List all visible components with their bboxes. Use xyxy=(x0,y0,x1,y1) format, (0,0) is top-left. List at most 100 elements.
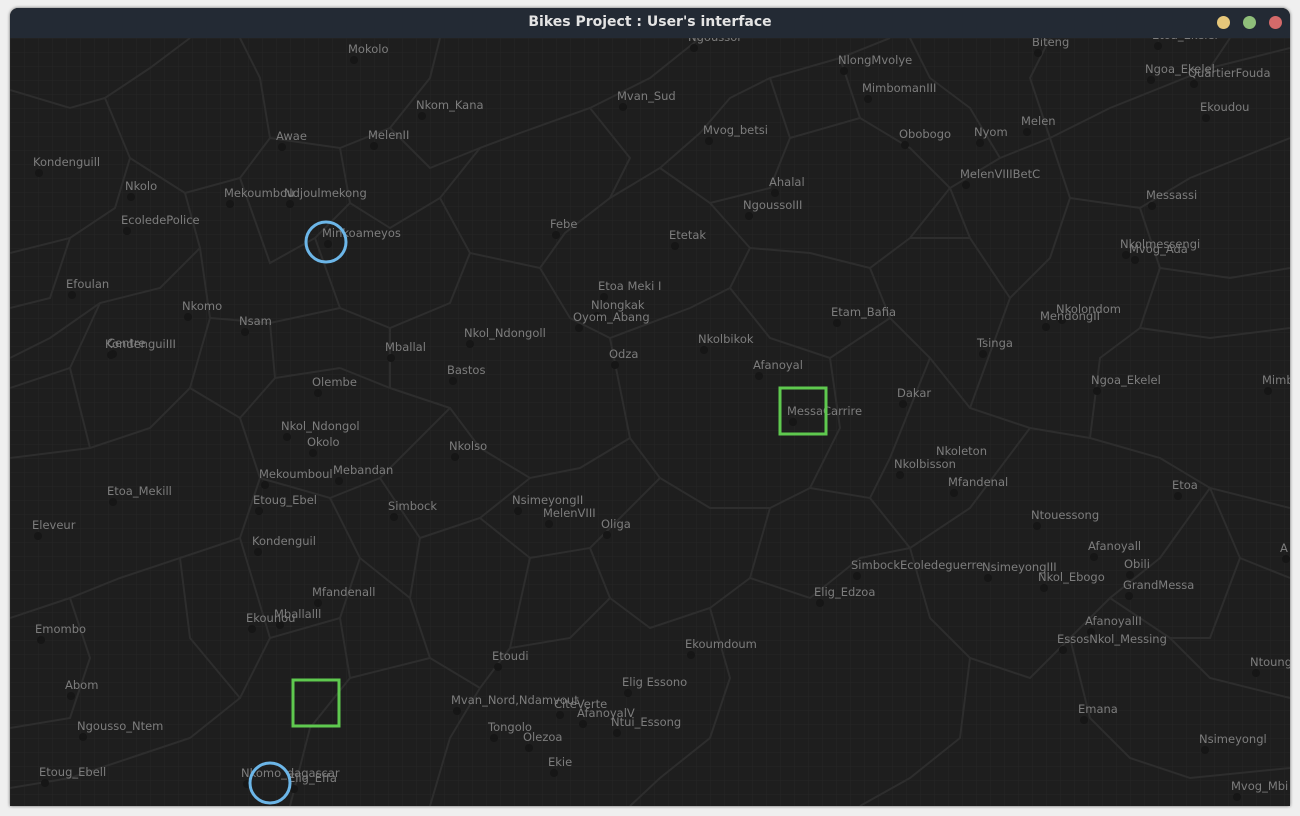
station-label[interactable]: Awae xyxy=(276,129,307,143)
station-label[interactable]: Etoa xyxy=(1172,478,1198,492)
station-dot[interactable] xyxy=(283,433,291,441)
station-dot[interactable] xyxy=(226,200,234,208)
station-label[interactable]: MimbomanIII xyxy=(862,81,936,95)
station-dot[interactable] xyxy=(1093,387,1101,395)
map-canvas[interactable]: Mokolo Ngoussol Biteng Etoa_Ekelel NlongMvol… xyxy=(10,38,1290,806)
station-label[interactable]: EssosNkol_Messing xyxy=(1057,632,1167,646)
station-dot[interactable] xyxy=(552,231,560,239)
station-dot[interactable] xyxy=(107,351,115,359)
station-dot[interactable] xyxy=(816,599,824,607)
station-label[interactable]: Etam_Bafia xyxy=(831,305,896,319)
station-dot[interactable] xyxy=(387,354,395,362)
station-label[interactable]: NgoussoIII xyxy=(743,198,802,212)
station-label[interactable]: NsimeyongII xyxy=(512,493,583,507)
station-dot[interactable] xyxy=(705,137,713,145)
station-dot[interactable] xyxy=(755,372,763,380)
station-label[interactable]: Afanoyall xyxy=(1088,539,1141,553)
station-dot[interactable] xyxy=(127,193,135,201)
station-dot[interactable] xyxy=(1252,669,1260,677)
station-label[interactable]: Ekoudou xyxy=(1200,100,1249,114)
station-dot[interactable] xyxy=(690,44,698,52)
station-dot[interactable] xyxy=(613,729,621,737)
station-label[interactable]: Nkol_Ndongol xyxy=(281,419,360,433)
station-label[interactable]: Odza xyxy=(609,347,638,361)
station-label[interactable]: Mvan_Sud xyxy=(617,89,676,103)
station-label[interactable]: MendongII xyxy=(1040,309,1100,323)
station-dot[interactable] xyxy=(789,418,797,426)
station-dot[interactable] xyxy=(950,489,958,497)
maximize-button[interactable] xyxy=(1243,16,1256,29)
station-label[interactable]: Emombo xyxy=(35,622,86,636)
station-label[interactable]: Ngoussol xyxy=(688,38,740,44)
station-label[interactable]: Ekie xyxy=(548,755,572,769)
station-dot[interactable] xyxy=(700,346,708,354)
station-label[interactable]: QuartierFouda xyxy=(1188,66,1271,80)
station-dot[interactable] xyxy=(494,663,502,671)
station-label[interactable]: Etoa_Ekelel xyxy=(1152,38,1218,42)
station-label[interactable]: Ndjoulmekong xyxy=(284,186,367,200)
station-label[interactable]: Etetak xyxy=(669,228,706,242)
station-label[interactable]: Afanoyal xyxy=(753,358,803,372)
station-dot[interactable] xyxy=(1148,202,1156,210)
station-dot[interactable] xyxy=(901,141,909,149)
station-dot[interactable] xyxy=(833,319,841,327)
station-label[interactable]: Abom xyxy=(65,678,98,692)
station-label[interactable]: Febe xyxy=(550,217,577,231)
station-dot[interactable] xyxy=(525,744,533,752)
station-label[interactable]: SimbockEcoledeguerre xyxy=(851,558,983,572)
station-dot[interactable] xyxy=(687,651,695,659)
station-label[interactable]: AfanoyalII xyxy=(1085,614,1142,628)
station-dot[interactable] xyxy=(899,400,907,408)
station-dot[interactable] xyxy=(619,103,627,111)
station-label[interactable]: Mvog_Ada xyxy=(1129,242,1188,256)
station-label[interactable]: Ntui_Essong xyxy=(611,715,681,729)
station-dot[interactable] xyxy=(241,328,249,336)
station-label[interactable]: Etoug_Ebell xyxy=(39,765,106,779)
station-dot[interactable] xyxy=(1147,76,1155,84)
station-dot[interactable] xyxy=(261,481,269,489)
station-label[interactable]: Oyom_Abang xyxy=(573,310,650,324)
station-label[interactable]: Minkoameyos xyxy=(322,226,401,240)
station-label[interactable]: Elig_Effa xyxy=(288,771,337,785)
station-label[interactable]: Nkolso xyxy=(449,439,487,453)
station-dot[interactable] xyxy=(1190,80,1198,88)
station-label[interactable]: Messassi xyxy=(1146,188,1197,202)
station-label[interactable]: EcoledePolice xyxy=(121,213,200,227)
station-dot[interactable] xyxy=(35,169,43,177)
station-dot[interactable] xyxy=(184,313,192,321)
station-dot[interactable] xyxy=(466,340,474,348)
station-label[interactable]: Ahalal xyxy=(769,175,805,189)
station-dot[interactable] xyxy=(255,507,263,515)
station-label[interactable]: Mebandan xyxy=(333,463,393,477)
station-dot[interactable] xyxy=(390,513,398,521)
station-label[interactable]: Mballalll xyxy=(274,607,321,621)
station-dot[interactable] xyxy=(575,324,583,332)
station-dot[interactable] xyxy=(1174,492,1182,500)
station-dot[interactable] xyxy=(1034,49,1042,57)
station-label[interactable]: Efoulan xyxy=(66,277,109,291)
station-dot[interactable] xyxy=(370,142,378,150)
station-label[interactable]: Elig Essono xyxy=(622,675,687,689)
station-dot[interactable] xyxy=(556,711,564,719)
station-dot[interactable] xyxy=(1233,793,1241,801)
station-label[interactable]: Nkol_Ebogo xyxy=(1038,570,1105,584)
station-label[interactable]: A xyxy=(1280,541,1288,555)
station-dot[interactable] xyxy=(771,189,779,197)
station-dot[interactable] xyxy=(248,625,256,633)
station-label[interactable]: Nkolo xyxy=(125,179,157,193)
station-dot[interactable] xyxy=(490,734,498,742)
station-label[interactable]: Nsam xyxy=(239,314,272,328)
station-label[interactable]: Kondenguil xyxy=(252,534,316,548)
station-label[interactable]: Nkolbisson xyxy=(894,457,956,471)
station-label[interactable]: GrandMessa xyxy=(1123,578,1194,592)
station-dot[interactable] xyxy=(962,181,970,189)
station-dot[interactable] xyxy=(34,532,42,540)
station-label[interactable]: Kondenguill xyxy=(33,155,100,169)
station-dot[interactable] xyxy=(976,139,984,147)
station-label[interactable]: Ngousso_Ntem xyxy=(77,719,163,733)
station-label[interactable]: Nyom xyxy=(974,125,1008,139)
station-label[interactable]: Etoa_Mekill xyxy=(107,484,172,498)
station-dot[interactable] xyxy=(123,227,131,235)
station-dot[interactable] xyxy=(1131,256,1139,264)
station-dot[interactable] xyxy=(79,733,87,741)
